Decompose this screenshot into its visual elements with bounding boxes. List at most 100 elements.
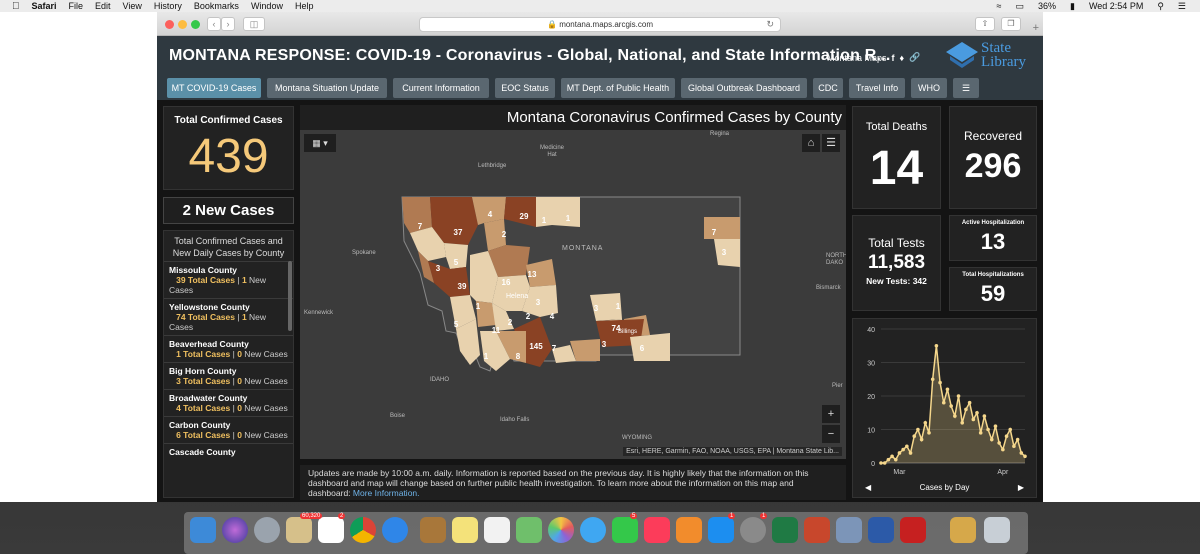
powerpoint-icon[interactable] <box>804 517 830 543</box>
tab-public-health[interactable]: MT Dept. of Public Health <box>561 78 675 98</box>
clock[interactable]: Wed 2:54 PM <box>1089 1 1143 11</box>
county-name: Cascade County <box>169 447 236 457</box>
menu-edit[interactable]: Edit <box>95 1 111 11</box>
contacts-icon[interactable] <box>420 517 446 543</box>
facetime-icon[interactable] <box>612 517 638 543</box>
cases-by-day-chart: 0 10 20 30 40 Mar Apr ◀ Cases by Day ▶ <box>852 318 1037 498</box>
more-information-link[interactable]: More Information. <box>353 488 420 498</box>
siri-icon[interactable] <box>222 517 248 543</box>
menu-view[interactable]: View <box>123 1 142 11</box>
tabs-overview-button[interactable]: ❐ <box>1001 17 1021 31</box>
map-count-label: 1 <box>616 302 621 311</box>
county-list-item[interactable]: Carbon County 6 Total Cases | 0 New Case… <box>164 416 293 443</box>
tab-global-outbreak[interactable]: Global Outbreak Dashboard <box>681 78 807 98</box>
system-preferences-badge: 1 <box>760 513 768 519</box>
recovered-value: 296 <box>964 147 1022 185</box>
state-library-logo: State Library <box>945 40 1037 74</box>
chart-prev-icon[interactable]: ◀ <box>865 479 871 497</box>
excel-icon[interactable] <box>772 517 798 543</box>
downloads-folder-icon[interactable] <box>950 517 976 543</box>
county-map[interactable]: Montana Coronavirus Confirmed Cases by C… <box>300 105 846 459</box>
county-counts: 74 Total Cases | 1 New Cases <box>169 312 288 332</box>
word-icon[interactable] <box>868 517 894 543</box>
menu-bookmarks[interactable]: Bookmarks <box>194 1 239 11</box>
launchpad-icon[interactable] <box>254 517 280 543</box>
chart-point <box>941 400 946 405</box>
county-list-item[interactable]: Broadwater County 4 Total Cases | 0 New … <box>164 389 293 416</box>
tab-travel-info[interactable]: Travel Info <box>849 78 905 98</box>
notes-icon[interactable] <box>452 517 478 543</box>
battery-icon[interactable]: ▮ <box>1070 1 1075 12</box>
photos-icon[interactable] <box>548 517 574 543</box>
zoom-in-button[interactable]: + <box>822 405 840 423</box>
preview-icon[interactable] <box>836 517 862 543</box>
twitter-icon[interactable]: ♦ <box>900 53 905 63</box>
link-icon[interactable]: 🔗 <box>909 52 920 63</box>
back-button[interactable]: ‹ <box>207 17 221 31</box>
tab-current-information[interactable]: Current Information <box>393 78 489 98</box>
finder-icon[interactable] <box>190 517 216 543</box>
apple-icon[interactable]:  <box>12 1 20 12</box>
new-tab-button[interactable]: + <box>1033 22 1039 34</box>
messages-icon[interactable] <box>580 517 606 543</box>
chart-y-tick-label: 40 <box>867 327 875 334</box>
county-list-item[interactable]: Beaverhead County 1 Total Cases | 0 New … <box>164 335 293 362</box>
county-counts: 4 Total Cases | 0 New Cases <box>169 403 288 413</box>
battery-percent[interactable]: 36% <box>1038 1 1056 11</box>
menu-history[interactable]: History <box>154 1 182 11</box>
county-list-item[interactable]: Cascade County <box>164 443 293 460</box>
chart-point <box>1004 434 1009 438</box>
chart-point <box>912 434 917 438</box>
forward-button[interactable]: › <box>221 17 235 31</box>
mail-icon[interactable] <box>286 517 312 543</box>
trash-icon[interactable] <box>984 517 1010 543</box>
acrobat-icon[interactable] <box>900 517 926 543</box>
tab-eoc-status[interactable]: EOC Status <box>495 78 555 98</box>
map-count-label: 3 <box>536 298 541 307</box>
calendar-icon[interactable] <box>318 517 344 543</box>
minimize-window-button[interactable] <box>178 20 187 29</box>
airplay-icon[interactable]: ▭ <box>1015 1 1024 12</box>
map-count-label: 3 <box>594 304 599 313</box>
map-count-label: 7 <box>418 222 423 231</box>
close-window-button[interactable] <box>165 20 174 29</box>
menu-file[interactable]: File <box>69 1 84 11</box>
lock-icon: 🔒 <box>546 20 557 29</box>
menu-window[interactable]: Window <box>251 1 283 11</box>
books-icon[interactable] <box>676 517 702 543</box>
zoom-out-button[interactable]: − <box>822 425 840 443</box>
county-list-item[interactable]: Yellowstone County 74 Total Cases | 1 Ne… <box>164 298 293 335</box>
tab-more[interactable]: ☰ <box>953 78 979 98</box>
wifi-icon[interactable]: ≈ <box>997 1 1002 11</box>
tab-cdc[interactable]: CDC <box>813 78 843 98</box>
safari-icon[interactable] <box>382 517 408 543</box>
reload-icon[interactable]: ↻ <box>766 18 774 31</box>
county-new-label: New Cases <box>241 403 288 413</box>
share-button[interactable]: ⇧ <box>975 17 995 31</box>
chart-next-icon[interactable]: ▶ <box>1018 479 1024 497</box>
sidebar-button[interactable]: ◫ <box>243 17 265 31</box>
county-list-scrollbar[interactable] <box>288 261 292 331</box>
county-list-item[interactable]: Big Horn County 3 Total Cases | 0 New Ca… <box>164 362 293 389</box>
reminders-icon[interactable] <box>484 517 510 543</box>
menu-app[interactable]: Safari <box>32 1 57 11</box>
address-bar[interactable]: 🔒 montana.maps.arcgis.com ↻ <box>419 17 781 32</box>
zoom-window-button[interactable] <box>191 20 200 29</box>
tab-situation-update[interactable]: Montana Situation Update <box>267 78 387 98</box>
facebook-icon[interactable]: f <box>892 53 895 63</box>
music-icon[interactable] <box>644 517 670 543</box>
chrome-icon[interactable] <box>350 517 376 543</box>
tab-who[interactable]: WHO <box>911 78 947 98</box>
county-list: Missoula County 39 Total Cases | 1 New C… <box>164 261 293 460</box>
tab-mt-covid-cases[interactable]: MT COVID-19 Cases <box>167 78 261 98</box>
notification-icon[interactable]: ☰ <box>1178 1 1186 12</box>
app-store-icon[interactable] <box>708 517 734 543</box>
montana-maps-link[interactable]: Montana Maps <box>827 53 887 63</box>
system-preferences-icon[interactable] <box>740 517 766 543</box>
spotlight-icon[interactable]: ⚲ <box>1157 1 1164 12</box>
county-list-item[interactable]: Missoula County 39 Total Cases | 1 New C… <box>164 261 293 298</box>
menu-help[interactable]: Help <box>295 1 314 11</box>
maps-icon[interactable] <box>516 517 542 543</box>
chart-point <box>923 421 928 425</box>
info-panel: Updates are made by 10:00 a.m. daily. In… <box>300 465 846 500</box>
